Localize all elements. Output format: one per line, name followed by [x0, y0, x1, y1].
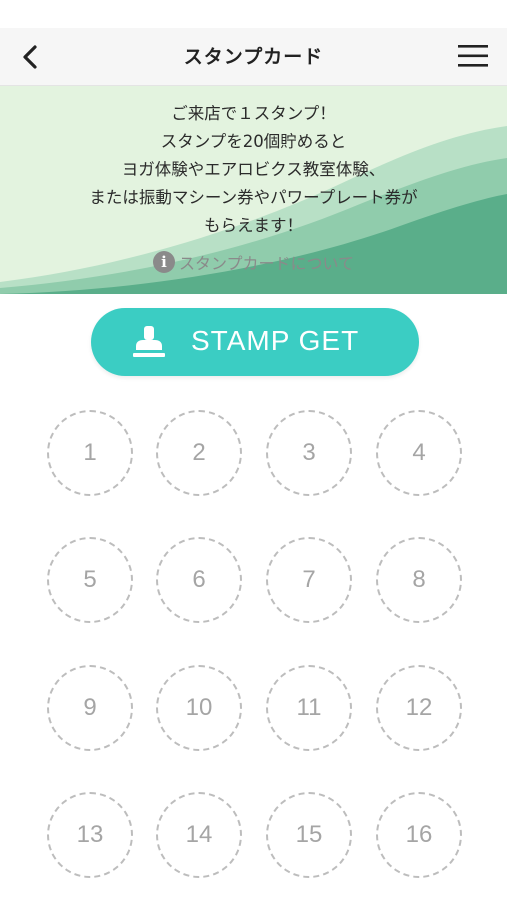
stamp-slot: 13 — [47, 792, 133, 878]
stamp-slot: 8 — [376, 537, 462, 623]
stamp-slot: 14 — [156, 792, 242, 878]
stamp-slot: 5 — [47, 537, 133, 623]
stamp-slot: 4 — [376, 410, 462, 496]
stamp-slot: 3 — [266, 410, 352, 496]
stamp-slot: 16 — [376, 792, 462, 878]
stamp-slot: 11 — [266, 665, 352, 751]
stamp-slot: 12 — [376, 665, 462, 751]
stamp-slot: 1 — [47, 410, 133, 496]
stamp-slot: 10 — [156, 665, 242, 751]
stamp-slot: 15 — [266, 792, 352, 878]
stamp-grid: 1 2 3 4 5 6 7 8 9 10 11 12 13 14 15 16 — [0, 0, 507, 900]
stamp-slot: 2 — [156, 410, 242, 496]
stamp-slot: 7 — [266, 537, 352, 623]
stamp-slot: 6 — [156, 537, 242, 623]
stamp-slot: 9 — [47, 665, 133, 751]
